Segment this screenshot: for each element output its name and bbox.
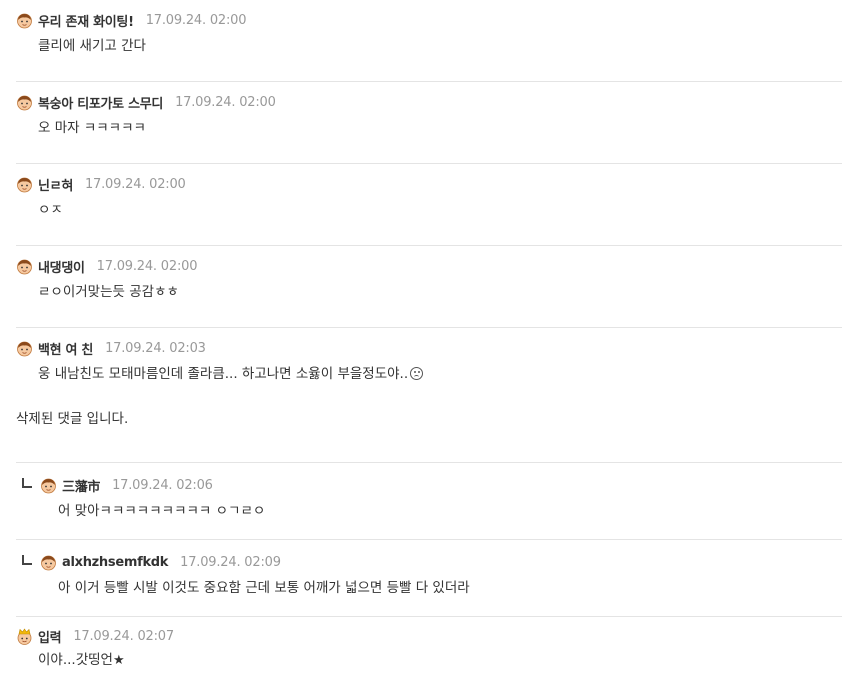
comment-nickname[interactable]: 내댕댕이 [38, 257, 85, 276]
avatar-icon [40, 477, 57, 494]
sad-face-icon [410, 367, 424, 380]
comment-header: 三藩市 17.09.24. 02:06 [16, 475, 842, 495]
comment-list: 우리 존재 화이팅! 17.09.24. 02:00 클리에 새기고 간다 복숭… [0, 0, 844, 689]
avatar-icon [16, 94, 33, 111]
comment-nickname[interactable]: 닌ㄹ혀 [38, 175, 73, 194]
reply-arrow-icon [22, 555, 32, 565]
comment-text: 아 이거 등빨 시발 이것도 중요함 근데 보통 어깨가 넓으면 등빨 다 있더… [58, 580, 470, 596]
comment-header: 닌ㄹ혀 17.09.24. 02:00 [16, 174, 842, 194]
comment-nickname[interactable]: 우리 존재 화이팅! [38, 11, 134, 30]
comment-date: 17.09.24. 02:06 [112, 477, 213, 493]
comment-item: 백현 여 친 17.09.24. 02:03 웅 내남친도 모태마름인데 졸라큼… [16, 328, 842, 463]
reply-item: alxhzhsemfkdk 17.09.24. 02:09 아 이거 등빨 시발… [16, 540, 842, 617]
comment-header: 복숭아 티포가토 스무디 17.09.24. 02:00 [16, 92, 842, 112]
comment-item: 입력 17.09.24. 02:07 이야...갓띵언★ [16, 617, 842, 689]
comment-text: 웅 내남친도 모태마름인데 졸라큼... 하고나면 소윯이 부을정도야.. [38, 364, 842, 384]
crown-avatar-icon [16, 628, 33, 645]
comment-item: 우리 존재 화이팅! 17.09.24. 02:00 클리에 새기고 간다 [16, 0, 842, 82]
comment-date: 17.09.24. 02:09 [180, 554, 281, 570]
comment-date: 17.09.24. 02:07 [73, 628, 174, 644]
comment-text-content: 이야...갓띵언 [38, 652, 113, 668]
comment-date: 17.09.24. 02:03 [105, 340, 206, 356]
comment-nickname[interactable]: 입력 [38, 627, 62, 646]
avatar-icon [16, 258, 33, 275]
star-icon: ★ [112, 653, 125, 668]
deleted-comment: 삭제된 댓글 입니다. [16, 411, 129, 427]
comment-text: 어 맞아ㅋㅋㅋㅋㅋㅋㅋㅋㅋ ㅇㄱㄹㅇ [58, 503, 266, 519]
comment-nickname[interactable]: 백현 여 친 [38, 339, 93, 358]
comment-header: 내댕댕이 17.09.24. 02:00 [16, 256, 842, 276]
comment-text: ㅇㅈ [38, 202, 63, 218]
comment-item: 내댕댕이 17.09.24. 02:00 ㄹㅇ이거맞는듯 공감ㅎㅎ [16, 246, 842, 328]
comment-nickname[interactable]: 三藩市 [62, 476, 100, 495]
comment-text: 오 마자 ㅋㅋㅋㅋㅋ [38, 120, 146, 136]
avatar-icon [16, 12, 33, 29]
comment-header: alxhzhsemfkdk 17.09.24. 02:09 [16, 552, 842, 572]
comment-date: 17.09.24. 02:00 [175, 94, 276, 110]
reply-arrow-icon [22, 478, 32, 488]
comment-date: 17.09.24. 02:00 [96, 258, 198, 274]
comment-nickname[interactable]: 복숭아 티포가토 스무디 [38, 93, 163, 112]
avatar-icon [16, 340, 33, 357]
comment-date: 17.09.24. 02:00 [84, 176, 186, 192]
avatar-icon [40, 554, 57, 571]
reply-item: 三藩市 17.09.24. 02:06 어 맞아ㅋㅋㅋㅋㅋㅋㅋㅋㅋ ㅇㄱㄹㅇ [16, 463, 842, 540]
comment-text: 클리에 새기고 간다 [38, 38, 146, 54]
comment-date: 17.09.24. 02:00 [145, 12, 247, 28]
comment-text-content: 웅 내남친도 모태마름인데 졸라큼... 하고나면 소윯이 부을정도야.. [38, 366, 409, 382]
comment-item: 닌ㄹ혀 17.09.24. 02:00 ㅇㅈ [16, 164, 842, 246]
comment-header: 우리 존재 화이팅! 17.09.24. 02:00 [16, 10, 842, 30]
comment-text: 이야...갓띵언★ [38, 650, 842, 671]
comment-header: 백현 여 친 17.09.24. 02:03 [16, 338, 842, 358]
comment-header: 입력 17.09.24. 02:07 [16, 626, 842, 646]
comment-item: 복숭아 티포가토 스무디 17.09.24. 02:00 오 마자 ㅋㅋㅋㅋㅋ [16, 82, 842, 164]
comment-text: ㄹㅇ이거맞는듯 공감ㅎㅎ [38, 284, 179, 300]
avatar-icon [16, 176, 33, 193]
comment-nickname[interactable]: alxhzhsemfkdk [62, 555, 168, 570]
